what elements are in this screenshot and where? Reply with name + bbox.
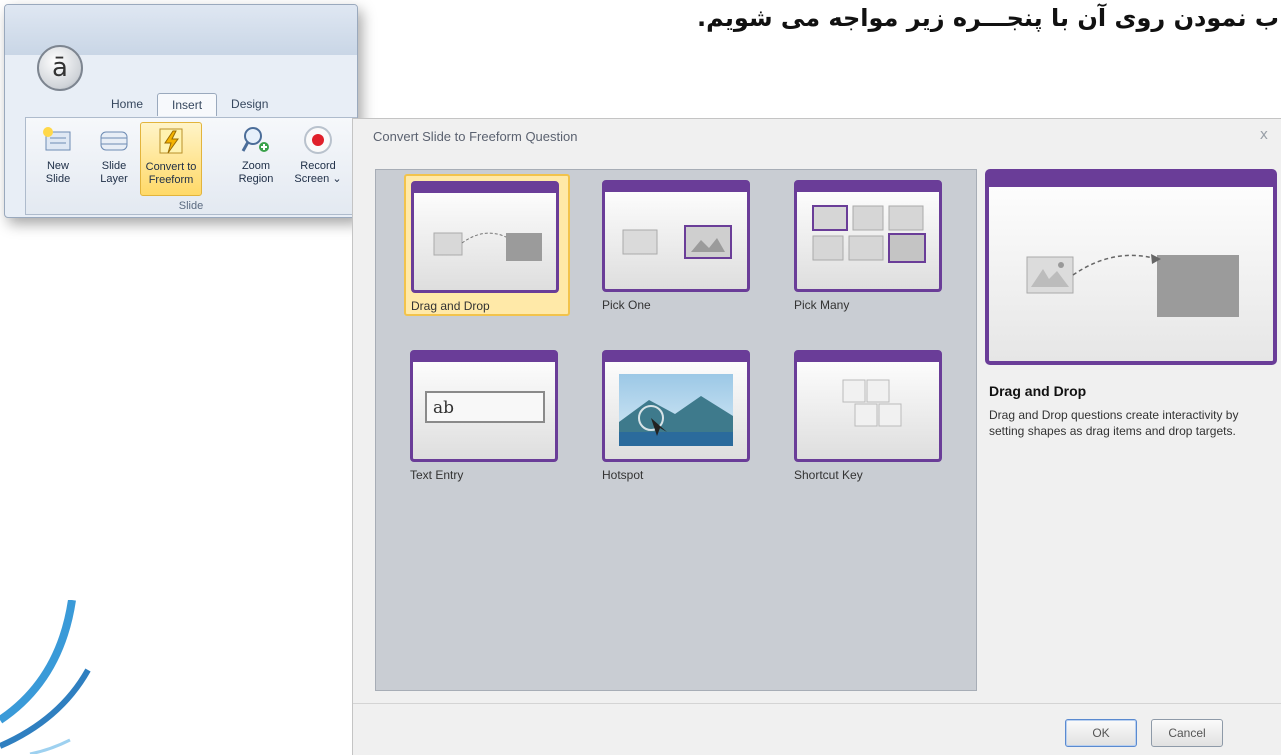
tile-text-entry[interactable]: ab Text Entry xyxy=(406,346,566,482)
hotspot-thumbnail xyxy=(602,350,750,462)
ribbon-tabs: Home Insert Design xyxy=(97,93,282,116)
new-slide-icon xyxy=(40,124,76,156)
cancel-button[interactable]: Cancel xyxy=(1151,719,1223,747)
tile-shortcut-key[interactable]: Shortcut Key xyxy=(790,346,950,482)
convert-slide-dialog: Convert Slide to Freeform Question x Dra… xyxy=(352,118,1281,755)
zoom-region-icon xyxy=(238,124,274,156)
drag-drop-thumbnail xyxy=(411,181,559,293)
record-screen-line1: Record xyxy=(300,160,336,172)
record-icon xyxy=(300,124,336,156)
tile-label: Pick Many xyxy=(794,298,850,312)
text-entry-sample: ab xyxy=(425,391,545,423)
pick-one-thumbnail xyxy=(602,180,750,292)
ribbon-group-label: Slide xyxy=(178,200,204,212)
close-button[interactable]: x xyxy=(1260,127,1268,143)
tile-hotspot[interactable]: Hotspot xyxy=(598,346,758,482)
convert-to-freeform-line1: Convert to xyxy=(145,161,197,173)
zoom-region-button[interactable]: Zoom Region xyxy=(226,122,286,194)
zoom-region-line1: Zoom xyxy=(241,160,271,172)
tile-label: Drag and Drop xyxy=(411,299,490,313)
tile-label: Text Entry xyxy=(410,468,464,482)
ribbon-snippet: ā Home Insert Design New Slide Slide Lay… xyxy=(4,4,358,218)
preview-title: Drag and Drop xyxy=(989,383,1087,399)
app-logo[interactable]: ā xyxy=(37,45,83,91)
tile-label: Hotspot xyxy=(602,468,644,482)
drag-drop-preview-icon xyxy=(985,169,1277,365)
ribbon-slide-group: New Slide Slide Layer Convert to Freefor… xyxy=(25,117,357,215)
slide-layer-line1: Slide xyxy=(101,160,127,172)
pick-many-thumbnail xyxy=(794,180,942,292)
zoom-region-line2: Region xyxy=(238,173,274,185)
new-slide-line1: New xyxy=(46,160,69,172)
record-screen-button[interactable]: Record Screen ⌄ xyxy=(288,122,348,194)
question-type-gallery: Drag and Drop Pick One Pick Many ab Text… xyxy=(375,169,977,691)
slide-layer-icon xyxy=(96,124,132,156)
new-slide-line2: Slide xyxy=(45,173,71,185)
instruction-text: ب نمودن روی آن با پنجـــره زیر مواجه می … xyxy=(696,4,1279,32)
preview-description: Drag and Drop questions create interacti… xyxy=(989,408,1239,438)
record-screen-line2: Screen ⌄ xyxy=(294,173,342,185)
text-entry-thumbnail: ab xyxy=(410,350,558,462)
tab-design[interactable]: Design xyxy=(217,93,282,116)
convert-to-freeform-button[interactable]: Convert to Freeform xyxy=(140,122,202,196)
tile-label: Pick One xyxy=(602,298,651,312)
dialog-title: Convert Slide to Freeform Question xyxy=(373,129,578,144)
slide-layer-button[interactable]: Slide Layer xyxy=(84,122,144,194)
convert-to-freeform-line2: Freeform xyxy=(148,174,194,186)
dialog-footer-divider xyxy=(353,703,1281,704)
swoosh-decoration xyxy=(0,600,91,754)
tile-pick-many[interactable]: Pick Many xyxy=(790,176,950,312)
tile-label: Shortcut Key xyxy=(794,468,863,482)
preview-pane: Drag and Drop Drag and Drop questions cr… xyxy=(985,169,1277,689)
tab-insert[interactable]: Insert xyxy=(157,93,218,116)
new-slide-button[interactable]: New Slide xyxy=(28,122,88,194)
slide-layer-line2: Layer xyxy=(100,173,128,185)
tab-home[interactable]: Home xyxy=(97,93,157,116)
tile-pick-one[interactable]: Pick One xyxy=(598,176,758,312)
shortcut-key-thumbnail xyxy=(794,350,942,462)
tile-drag-and-drop[interactable]: Drag and Drop xyxy=(404,174,570,316)
ok-button[interactable]: OK xyxy=(1065,719,1137,747)
lightning-icon xyxy=(153,125,189,157)
